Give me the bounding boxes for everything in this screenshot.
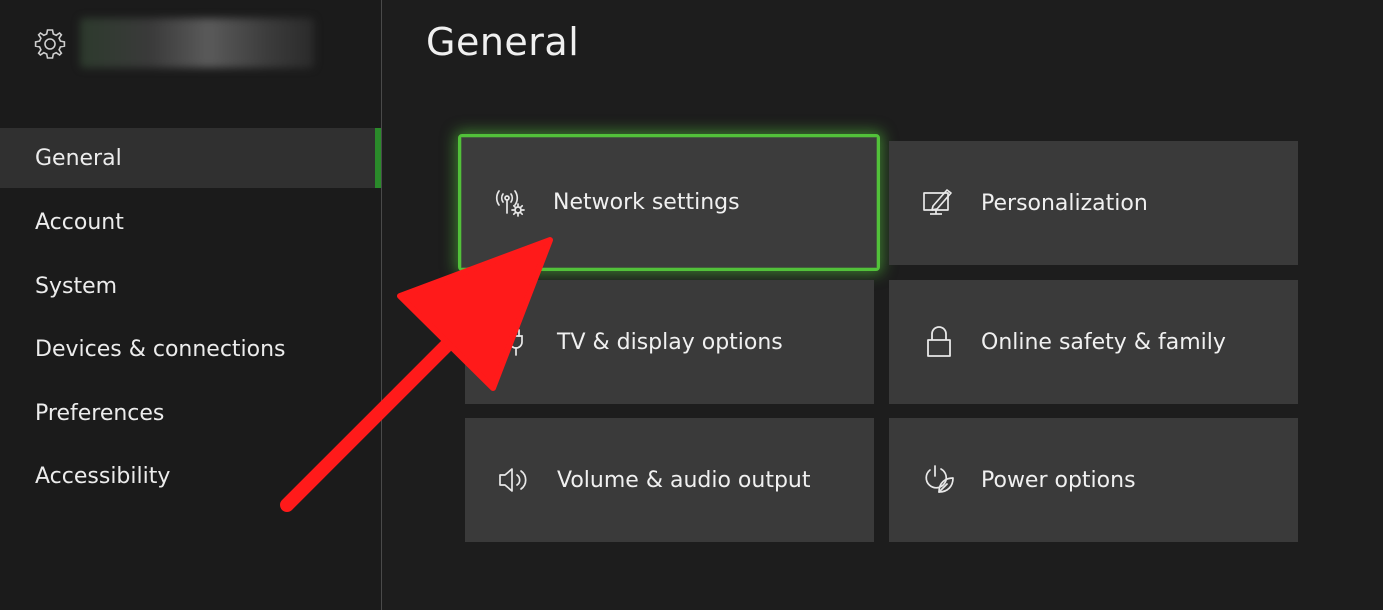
- sidebar-item-general[interactable]: General: [0, 128, 381, 188]
- tile-label: Volume & audio output: [557, 467, 811, 493]
- tile-network-settings[interactable]: Network settings: [458, 134, 880, 271]
- network-settings-icon: [495, 189, 525, 217]
- tv-display-icon: [509, 329, 523, 356]
- sidebar-item-account[interactable]: Account: [0, 191, 381, 255]
- tile-label: Personalization: [981, 190, 1148, 216]
- sidebar-item-accessibility[interactable]: Accessibility: [0, 445, 381, 509]
- tile-online-safety-family[interactable]: Online safety & family: [889, 280, 1298, 404]
- tile-label: Network settings: [553, 190, 740, 215]
- sidebar-item-label: General: [35, 145, 122, 171]
- gear-icon[interactable]: [32, 26, 68, 62]
- sidebar-item-label: Devices & connections: [35, 337, 286, 363]
- sidebar-item-preferences[interactable]: Preferences: [0, 382, 381, 446]
- settings-screen: General Account System Devices & connect…: [0, 0, 1383, 610]
- tile-power-options[interactable]: Power options: [889, 418, 1298, 542]
- speaker-icon: [499, 468, 527, 492]
- sidebar-item-label: Preferences: [35, 400, 165, 426]
- power-leaf-icon: [925, 465, 954, 493]
- tile-tv-display-options[interactable]: TV & display options: [465, 280, 874, 404]
- sidebar-item-system[interactable]: System: [0, 255, 381, 319]
- personalization-icon: [923, 189, 952, 215]
- page-title: General: [426, 20, 580, 64]
- profile-name-blurred: [80, 18, 314, 68]
- tile-label: TV & display options: [557, 329, 783, 355]
- sidebar-item-label: Accessibility: [35, 464, 171, 490]
- sidebar-nav: General Account System Devices & connect…: [0, 128, 381, 509]
- lock-icon: [927, 326, 951, 357]
- tile-volume-audio-output[interactable]: Volume & audio output: [465, 418, 874, 542]
- sidebar-item-label: Account: [35, 210, 124, 236]
- sidebar: General Account System Devices & connect…: [0, 0, 382, 610]
- tile-label: Online safety & family: [981, 329, 1226, 355]
- sidebar-item-label: System: [35, 273, 118, 299]
- tile-personalization[interactable]: Personalization: [889, 141, 1298, 265]
- sidebar-item-devices-connections[interactable]: Devices & connections: [0, 318, 381, 382]
- tile-label: Power options: [981, 467, 1136, 493]
